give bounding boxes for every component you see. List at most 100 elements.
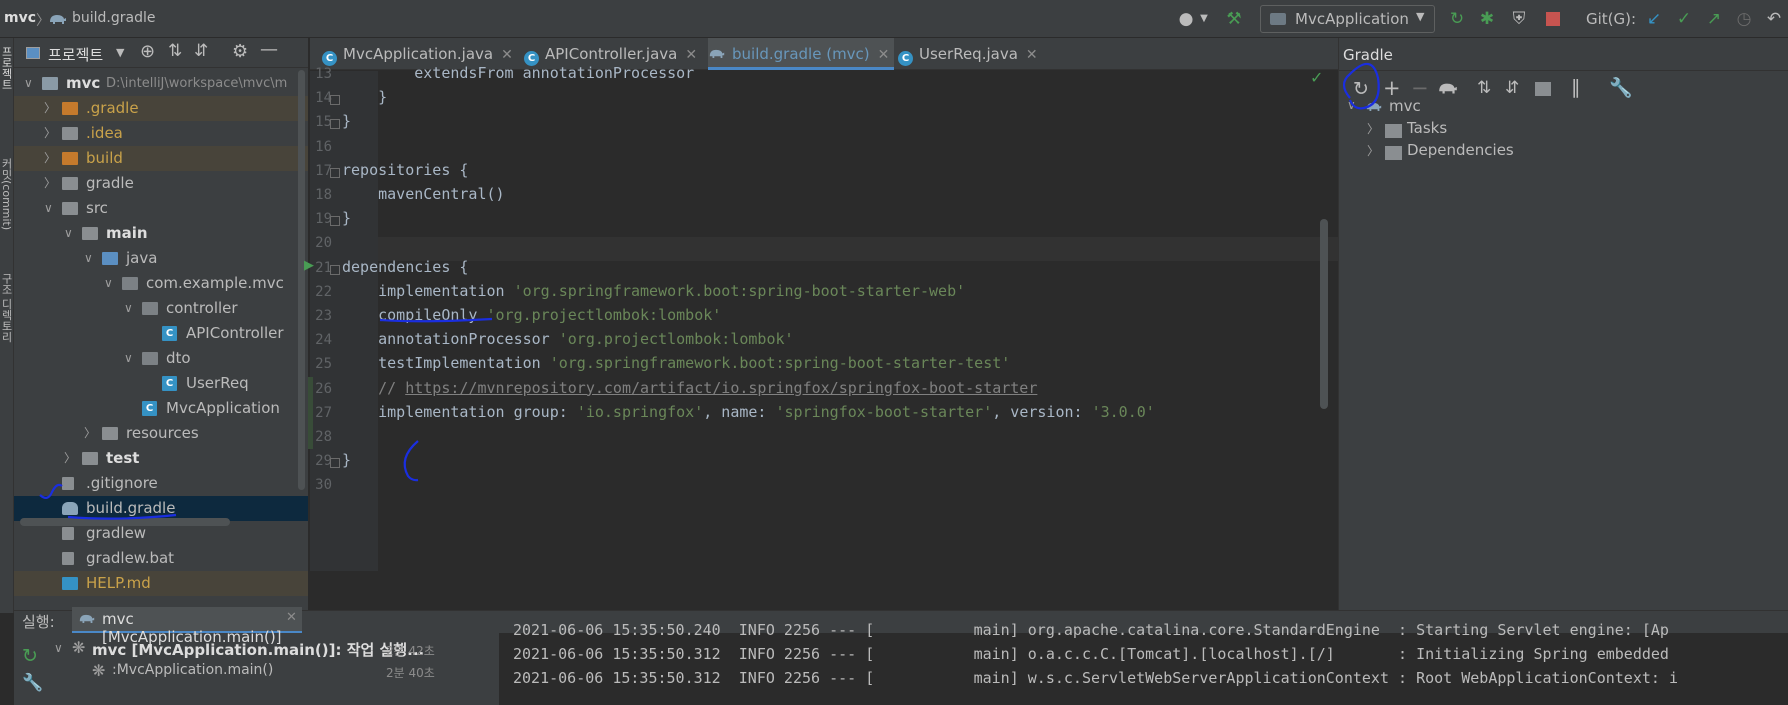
code-line[interactable]: annotationProcessor 'org.projectlombok:l… xyxy=(342,330,793,348)
git-push-icon[interactable]: ↗ xyxy=(1703,8,1725,30)
minimize-icon[interactable]: — xyxy=(260,39,278,60)
code-line[interactable]: repositories { xyxy=(342,161,468,179)
chevron-down-icon[interactable]: ∨ xyxy=(1347,98,1356,112)
editor-tab[interactable]: build.gradle (mvc) ✕ xyxy=(708,38,894,70)
run-configuration-select[interactable]: MvcApplication ▼ xyxy=(1260,5,1435,33)
fold-marker-icon[interactable] xyxy=(330,95,340,106)
expand-all-icon[interactable]: ⇅ xyxy=(168,41,182,61)
code-line[interactable]: } xyxy=(342,451,351,469)
project-tree-item[interactable]: gradlew.bat xyxy=(14,546,308,571)
collapse-all-icon[interactable]: ⇵ xyxy=(194,41,208,61)
git-update-icon[interactable]: ↙ xyxy=(1643,8,1665,30)
run-gutter-icon[interactable]: ▶ xyxy=(304,258,314,273)
reload-gradle-icon[interactable]: ↻ xyxy=(1353,78,1369,100)
no-problems-check-icon[interactable]: ✓ xyxy=(1310,68,1323,87)
chevron-right-icon[interactable]: 〉 xyxy=(44,96,58,121)
chevron-right-icon[interactable]: 〉 xyxy=(44,146,58,171)
breadcrumb-project[interactable]: mvc xyxy=(4,10,36,26)
code-line[interactable]: implementation 'org.springframework.boot… xyxy=(342,282,965,300)
project-tree-item[interactable]: .gitignore xyxy=(14,471,308,496)
gear-icon[interactable]: ⚙ xyxy=(232,41,248,62)
project-tree-item[interactable]: ∨ main xyxy=(14,221,308,246)
group-modules-icon[interactable] xyxy=(1535,82,1551,96)
close-icon[interactable]: ✕ xyxy=(685,47,697,63)
chevron-down-icon[interactable]: ∨ xyxy=(64,221,78,246)
editor-tab[interactable]: C UserReq.java ✕ xyxy=(898,38,1048,70)
rollback-icon[interactable]: ↶ xyxy=(1763,8,1785,30)
code-line[interactable]: } xyxy=(342,209,351,227)
code-line[interactable]: } xyxy=(342,112,351,130)
close-icon[interactable]: ✕ xyxy=(501,47,513,63)
expand-all-icon[interactable]: ⇅ xyxy=(1477,78,1491,98)
git-commit-check-icon[interactable]: ✓ xyxy=(1673,8,1695,30)
code-editor[interactable]: 13 14 15 16 17 18 19 20 21 22 23 24 25 26 27 28 29 30 ▶ ex… xyxy=(304,64,1338,571)
chevron-right-icon[interactable]: 〉 xyxy=(1367,142,1379,159)
console-output[interactable]: 2021-06-06 15:35:50.240 INFO 2256 --- [ … xyxy=(499,621,1788,705)
project-tree-item[interactable]: ∨ com.example.mvc xyxy=(14,271,308,296)
project-tree-item[interactable]: ∨ java xyxy=(14,246,308,271)
chevron-down-icon[interactable]: ∨ xyxy=(24,71,38,96)
fold-marker-icon[interactable] xyxy=(330,264,340,275)
vertical-scrollbar[interactable] xyxy=(298,70,305,490)
chevron-down-icon[interactable]: ∨ xyxy=(54,641,63,655)
rerun-icon[interactable]: ↻ xyxy=(1446,8,1468,30)
project-tree-item[interactable]: 〉 resources xyxy=(14,421,308,446)
fold-marker-icon[interactable] xyxy=(330,458,340,469)
chevron-down-icon[interactable]: ∨ xyxy=(124,296,138,321)
gradle-dependencies[interactable]: Dependencies xyxy=(1407,141,1514,159)
code-line[interactable]: testImplementation 'org.springframework.… xyxy=(342,354,1010,372)
chevron-down-icon[interactable]: ∨ xyxy=(104,271,118,296)
wrench-icon[interactable]: 🔧 xyxy=(1609,76,1633,99)
code-line[interactable]: } xyxy=(342,88,387,106)
wrench-icon[interactable]: 🔧 xyxy=(22,673,43,693)
fold-marker-icon[interactable] xyxy=(330,167,340,178)
editor-scrollbar[interactable] xyxy=(1320,219,1328,409)
project-tree-item[interactable]: ∨ src xyxy=(14,196,308,221)
chevron-down-icon[interactable]: ∨ xyxy=(84,246,98,271)
chevron-down-icon[interactable]: ▼ xyxy=(1193,8,1215,30)
project-tree-item[interactable]: C UserReq xyxy=(14,371,308,396)
chevron-down-icon[interactable]: ∨ xyxy=(44,196,58,221)
chevron-right-icon[interactable]: 〉 xyxy=(64,446,78,471)
project-tree-item[interactable]: ∨ mvc D:\intelliJ\workspace\mvc\m xyxy=(14,71,308,96)
fold-marker-icon[interactable] xyxy=(330,119,340,130)
toggle-offline-icon[interactable]: ‖ xyxy=(1571,76,1581,98)
rerun-icon[interactable]: ↻ xyxy=(22,645,38,667)
project-tree-item[interactable]: ∨ controller xyxy=(14,296,308,321)
chevron-right-icon[interactable]: 〉 xyxy=(84,421,98,446)
run-tree-item-main[interactable]: :MvcApplication.main() xyxy=(112,662,273,678)
chevron-right-icon[interactable]: 〉 xyxy=(44,171,58,196)
project-tree-item[interactable]: HELP.md xyxy=(14,571,308,596)
chevron-right-icon[interactable]: 〉 xyxy=(1367,120,1379,137)
code-line[interactable]: extendsFrom annotationProcessor xyxy=(342,64,694,82)
breadcrumb-file[interactable]: build.gradle xyxy=(72,10,156,26)
code-line[interactable]: // https://mvnrepository.com/artifact/io… xyxy=(342,379,1037,397)
chevron-down-icon[interactable]: ▼ xyxy=(116,46,124,59)
project-tree-item[interactable]: C MvcApplication xyxy=(14,396,308,421)
run-tree-item-root[interactable]: mvc [MvcApplication.main()]: 작업 실행... xyxy=(92,639,424,660)
project-tree-item[interactable]: 〉 .gradle xyxy=(14,96,308,121)
code-line[interactable]: dependencies { xyxy=(342,258,468,276)
project-tree-item[interactable]: C APIController xyxy=(14,321,308,346)
project-tree-item[interactable]: 〉 test xyxy=(14,446,308,471)
chevron-down-icon[interactable]: ∨ xyxy=(124,346,138,371)
chevron-right-icon[interactable]: 〉 xyxy=(44,121,58,146)
code-line[interactable]: mavenCentral() xyxy=(342,185,504,203)
collapse-all-icon[interactable]: ⇵ xyxy=(1505,78,1519,98)
code-line[interactable]: implementation group: 'io.springfox', na… xyxy=(342,403,1155,421)
close-icon[interactable]: ✕ xyxy=(286,610,297,625)
project-tree-item[interactable]: 〉 .idea xyxy=(14,121,308,146)
project-view-label[interactable]: 프로젝트 xyxy=(48,44,103,65)
debug-bug-icon[interactable]: ✱ xyxy=(1476,8,1498,30)
structure-tool-tab[interactable]: 구조 디렉토리 xyxy=(0,273,14,368)
project-tree-item[interactable]: 〉 gradle xyxy=(14,171,308,196)
project-tree-item[interactable]: 〉 build xyxy=(14,146,308,171)
run-tab[interactable]: mvc [MvcApplication.main()] ✕ xyxy=(72,607,302,646)
gradle-tasks[interactable]: Tasks xyxy=(1407,119,1447,137)
close-icon[interactable]: ✕ xyxy=(878,47,890,63)
gradle-root-mvc[interactable]: mvc xyxy=(1389,97,1421,115)
build-hammer-icon[interactable]: ⚒ xyxy=(1223,8,1245,30)
stop-icon[interactable] xyxy=(1546,12,1560,26)
project-tool-tab[interactable]: 프로젝트 xyxy=(0,46,14,116)
project-tree-item[interactable]: ∨ dto xyxy=(14,346,308,371)
